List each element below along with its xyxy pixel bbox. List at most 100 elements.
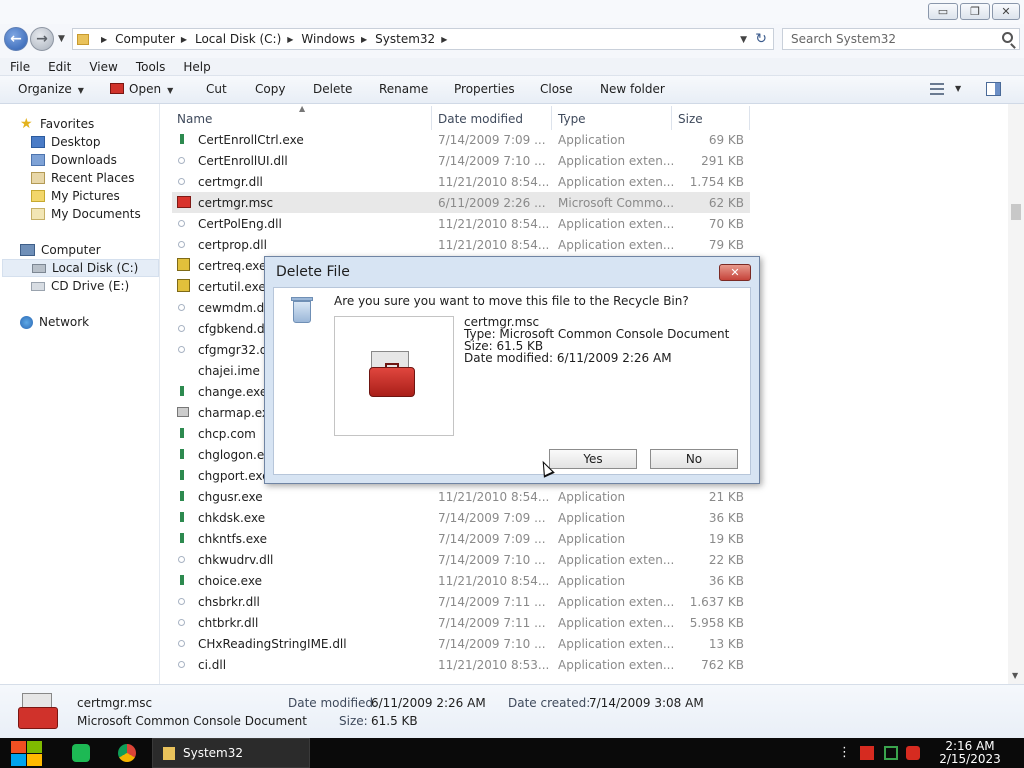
table-row[interactable]: chtbrkr.dll 7/14/2009 7:11 ... Application… <box>172 612 750 633</box>
menu-edit[interactable]: Edit <box>48 60 71 74</box>
change-view-icon[interactable] <box>930 83 944 95</box>
open-button[interactable]: Open ▼ <box>110 82 173 96</box>
breadcrumb-separator-icon[interactable]: ▶ <box>441 35 447 44</box>
nav-my-documents[interactable]: My Documents <box>31 205 141 223</box>
dialog-question: Are you sure you want to move this file … <box>334 294 689 308</box>
delete-button[interactable]: Delete <box>313 82 352 96</box>
recent-pages-dropdown[interactable]: ▼ <box>58 34 65 44</box>
table-row[interactable]: CertEnrollCtrl.exe 7/14/2009 7:09 ... Appl… <box>172 129 750 150</box>
breadcrumb-separator-icon[interactable]: ▶ <box>101 35 107 44</box>
chevron-down-icon[interactable]: ▼ <box>955 84 961 93</box>
table-row[interactable]: certprop.dll 11/21/2010 8:54... Applicatio… <box>172 234 750 255</box>
nav-my-pictures[interactable]: My Pictures <box>31 187 120 205</box>
nav-computer[interactable]: Computer <box>20 241 101 259</box>
table-row[interactable]: chkntfs.exe 7/14/2009 7:09 ... Application… <box>172 528 750 549</box>
table-row[interactable]: ci.dll 11/21/2010 8:53... Application exte… <box>172 654 750 675</box>
action-center-flag-icon[interactable] <box>860 746 874 760</box>
new-folder-button[interactable]: New folder <box>600 82 665 96</box>
details-date-created: 7/14/2009 3:08 AM <box>589 696 704 710</box>
nav-network[interactable]: Network <box>20 313 89 331</box>
volume-muted-icon[interactable] <box>906 746 920 760</box>
breadcrumb-windows[interactable]: Windows <box>301 32 355 46</box>
menu-view[interactable]: View <box>89 60 117 74</box>
nav-local-disk[interactable]: Local Disk (C:) <box>2 259 159 277</box>
search-input[interactable]: Search System32 <box>782 28 1020 50</box>
table-row[interactable]: CertPolEng.dll 11/21/2010 8:54... Applicat… <box>172 213 750 234</box>
system-clock[interactable]: 2:16 AM 2/15/2023 <box>934 740 1006 766</box>
file-size: 5.958 KB <box>689 616 744 630</box>
column-date-header[interactable]: Date modified <box>438 109 523 129</box>
details-date-modified-label: Date modified: <box>288 696 378 710</box>
file-size: 1.754 KB <box>689 175 744 189</box>
breadcrumb-local-disk[interactable]: Local Disk (C:) <box>195 32 281 46</box>
table-row[interactable]: chkdsk.exe 7/14/2009 7:09 ... Application 3… <box>172 507 750 528</box>
nav-cd-drive[interactable]: CD Drive (E:) <box>31 277 129 295</box>
table-row[interactable]: choice.exe 11/21/2010 8:54... Application 3… <box>172 570 750 591</box>
minimize-button[interactable]: ▭ <box>928 3 958 20</box>
yes-button[interactable]: Yes <box>549 449 637 469</box>
scrollbar-thumb[interactable] <box>1011 204 1021 220</box>
spotify-icon[interactable] <box>72 744 90 762</box>
nav-desktop[interactable]: Desktop <box>31 133 101 151</box>
scroll-down-icon[interactable]: ▼ <box>1012 671 1018 680</box>
file-name: CHxReadingStringIME.dll <box>198 637 347 651</box>
table-row[interactable]: CHxReadingStringIME.dll 7/14/2009 7:10 ..… <box>172 633 750 654</box>
app-file-icon <box>180 428 184 438</box>
console-toolbox-icon <box>16 693 60 733</box>
nav-favorites-label: Favorites <box>40 117 95 131</box>
breadcrumb-computer[interactable]: Computer <box>115 32 175 46</box>
close-window-button[interactable]: ✕ <box>992 3 1020 20</box>
start-button[interactable] <box>8 739 44 767</box>
table-row[interactable]: CertEnrollUI.dll 7/14/2009 7:10 ... Applic… <box>172 150 750 171</box>
forward-button[interactable]: → <box>30 27 54 51</box>
no-button[interactable]: No <box>650 449 738 469</box>
organize-button[interactable]: Organize ▼ <box>18 82 84 96</box>
file-size: 70 KB <box>708 217 744 231</box>
app-file-icon <box>180 134 184 144</box>
column-type-header[interactable]: Type <box>558 109 586 129</box>
folder-icon <box>163 747 175 760</box>
file-size: 36 KB <box>708 511 744 525</box>
nav-recent-places[interactable]: Recent Places <box>31 169 134 187</box>
close-button[interactable]: Close <box>540 82 573 96</box>
column-name-header[interactable]: Name <box>177 109 212 129</box>
menu-help[interactable]: Help <box>183 60 210 74</box>
column-size-header[interactable]: Size <box>678 109 703 129</box>
column-divider[interactable] <box>749 106 750 130</box>
network-status-icon[interactable] <box>884 746 898 760</box>
refresh-icon[interactable]: ↻ <box>755 31 767 47</box>
tray-overflow-icon[interactable]: ⋮ <box>838 746 852 760</box>
breadcrumb-separator-icon[interactable]: ▶ <box>181 35 187 44</box>
search-icon[interactable] <box>1002 32 1013 43</box>
table-row[interactable]: chgusr.exe 11/21/2010 8:54... Application 2… <box>172 486 750 507</box>
table-row[interactable]: certmgr.dll 11/21/2010 8:54... Application… <box>172 171 750 192</box>
column-divider[interactable] <box>431 106 432 130</box>
dialog-close-button[interactable]: ✕ <box>719 264 751 281</box>
vertical-scrollbar[interactable]: ▼ <box>1008 104 1024 684</box>
menu-tools[interactable]: Tools <box>136 60 166 74</box>
taskbar-explorer-system32[interactable]: System32 <box>152 738 310 768</box>
file-name: cfgbkend.dll <box>198 322 272 336</box>
file-type: Application <box>558 532 626 546</box>
column-divider[interactable] <box>671 106 672 130</box>
rename-button[interactable]: Rename <box>379 82 428 96</box>
table-row[interactable]: certmgr.msc 6/11/2009 2:26 ... Microsoft C… <box>172 192 750 213</box>
copy-button[interactable]: Copy <box>255 82 285 96</box>
chrome-icon[interactable] <box>118 744 136 762</box>
table-row[interactable]: chkwudrv.dll 7/14/2009 7:10 ... Applicatio… <box>172 549 750 570</box>
cut-button[interactable]: Cut <box>206 82 227 96</box>
column-divider[interactable] <box>551 106 552 130</box>
breadcrumb-system32[interactable]: System32 <box>375 32 435 46</box>
breadcrumb-separator-icon[interactable]: ▶ <box>361 35 367 44</box>
preview-pane-icon[interactable] <box>986 82 1001 96</box>
address-history-dropdown[interactable]: ▼ <box>740 35 747 45</box>
menu-file[interactable]: File <box>10 60 30 74</box>
nav-favorites[interactable]: ★ Favorites <box>20 115 94 133</box>
back-button[interactable]: ← <box>4 27 28 51</box>
nav-downloads[interactable]: Downloads <box>31 151 117 169</box>
address-bar[interactable]: ▶ Computer ▶ Local Disk (C:) ▶ Windows ▶… <box>72 28 774 50</box>
maximize-button[interactable]: ❐ <box>960 3 990 20</box>
properties-button[interactable]: Properties <box>454 82 515 96</box>
table-row[interactable]: chsbrkr.dll 7/14/2009 7:11 ... Application… <box>172 591 750 612</box>
breadcrumb-separator-icon[interactable]: ▶ <box>287 35 293 44</box>
